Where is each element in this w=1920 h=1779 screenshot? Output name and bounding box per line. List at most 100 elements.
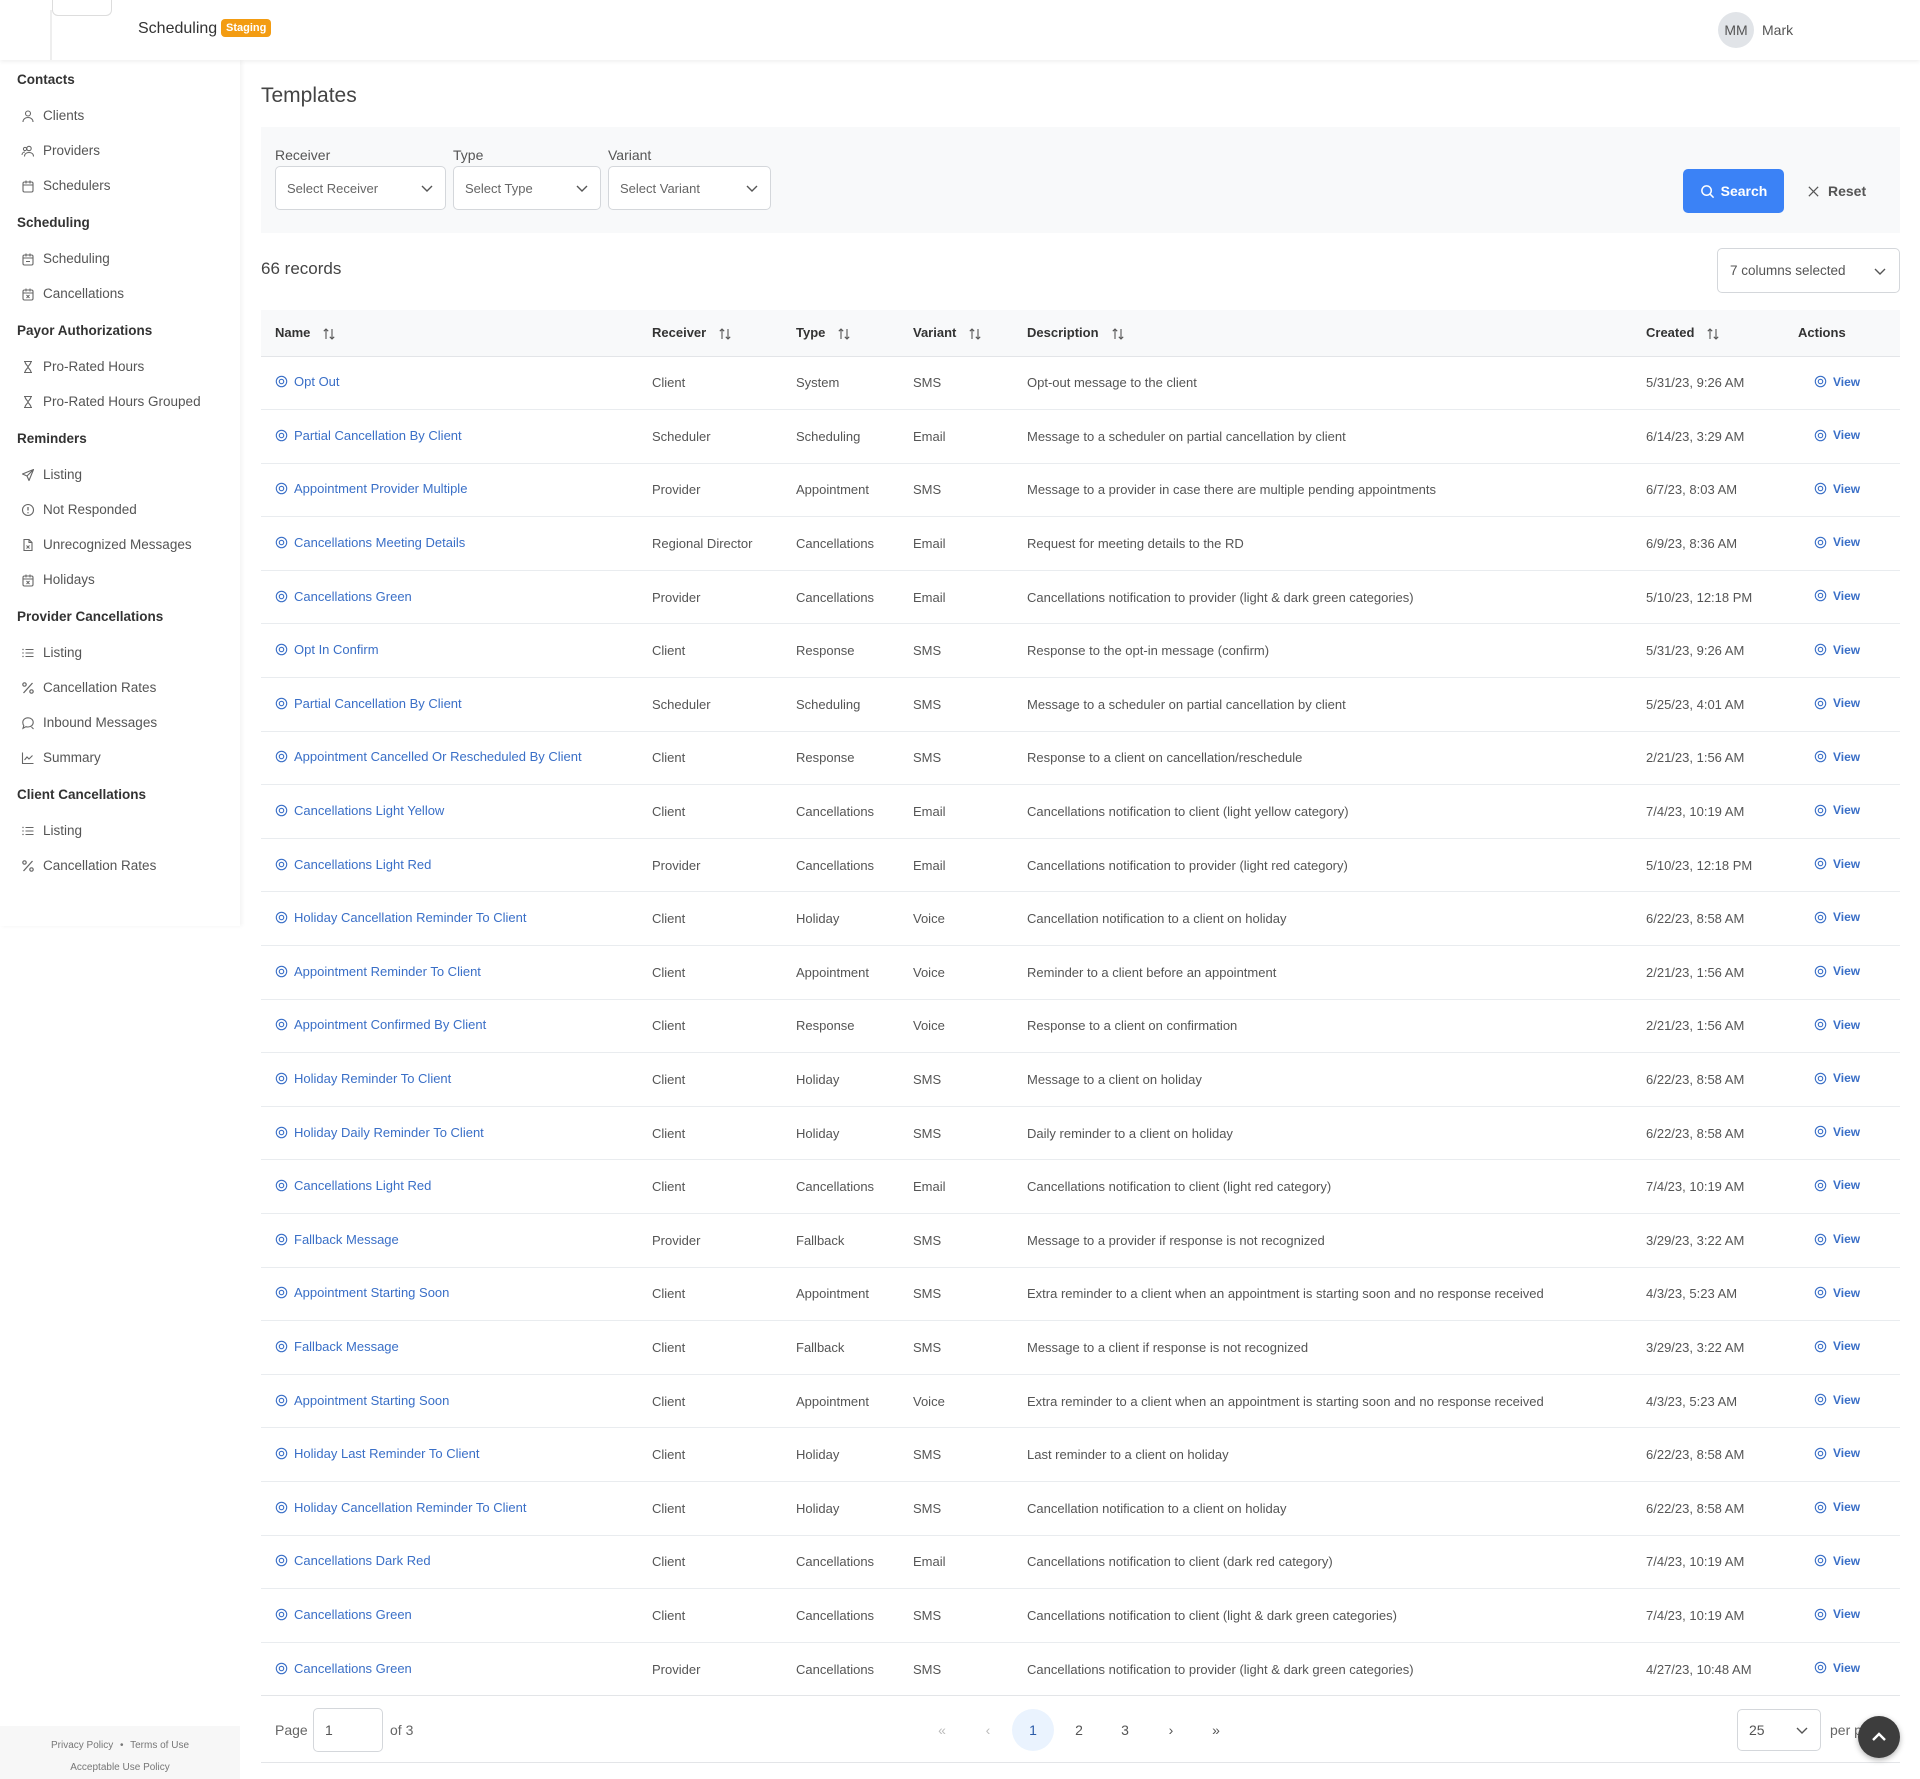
template-name-link[interactable]: Holiday Last Reminder To Client (275, 1446, 479, 1461)
view-button[interactable]: View (1814, 1125, 1860, 1139)
sidebar-item-providers[interactable]: Providers (0, 133, 240, 168)
column-header-created[interactable]: Created (1632, 310, 1784, 357)
template-name-link[interactable]: Opt In Confirm (275, 642, 379, 657)
sidebar-item-holidays[interactable]: Holidays (0, 562, 240, 597)
view-button[interactable]: View (1814, 696, 1860, 710)
view-button[interactable]: View (1814, 857, 1860, 871)
terms-of-use-link[interactable]: Terms of Use (130, 1740, 189, 1751)
columns-select[interactable]: 7 columns selected (1717, 248, 1900, 293)
view-button[interactable]: View (1814, 750, 1860, 764)
sidebar-item-unrecognized-messages[interactable]: Unrecognized Messages (0, 527, 240, 562)
view-button[interactable]: View (1814, 1500, 1860, 1514)
sort-icon[interactable] (968, 327, 982, 341)
sidebar-item-cancellations[interactable]: Cancellations (0, 276, 240, 311)
page-button-1[interactable]: 1 (1012, 1709, 1054, 1751)
sidebar-item-pro-rated-hours-grouped[interactable]: Pro-Rated Hours Grouped (0, 384, 240, 419)
template-name-link[interactable]: Holiday Daily Reminder To Client (275, 1125, 484, 1140)
view-button[interactable]: View (1814, 643, 1860, 657)
variant-select[interactable]: Select Variant (608, 166, 771, 210)
reset-button[interactable]: Reset (1807, 169, 1866, 213)
page-input[interactable] (313, 1708, 383, 1752)
sort-icon[interactable] (322, 327, 336, 341)
template-name-link[interactable]: Opt Out (275, 374, 340, 389)
template-name-link[interactable]: Cancellations Light Red (275, 1178, 431, 1193)
brand-logo[interactable] (50, 0, 130, 60)
view-button[interactable]: View (1814, 375, 1860, 389)
template-name-link[interactable]: Fallback Message (275, 1232, 399, 1247)
template-name-link[interactable]: Appointment Confirmed By Client (275, 1017, 486, 1032)
view-button[interactable]: View (1814, 1232, 1860, 1246)
sidebar-item-clients[interactable]: Clients (0, 98, 240, 133)
view-button[interactable]: View (1814, 1446, 1860, 1460)
sidebar-item-cancellation-rates[interactable]: Cancellation Rates (0, 848, 240, 883)
view-button[interactable]: View (1814, 1286, 1860, 1300)
type-select[interactable]: Select Type (453, 166, 601, 210)
template-name-link[interactable]: Cancellations Green (275, 1661, 412, 1676)
sidebar-item-pro-rated-hours[interactable]: Pro-Rated Hours (0, 349, 240, 384)
view-button[interactable]: View (1814, 964, 1860, 978)
view-button[interactable]: View (1814, 428, 1860, 442)
receiver-select[interactable]: Select Receiver (275, 166, 446, 210)
user-menu[interactable]: MM Mark (1718, 12, 1793, 48)
template-name-link[interactable]: Appointment Starting Soon (275, 1285, 449, 1300)
search-button[interactable]: Search (1683, 169, 1784, 213)
view-button[interactable]: View (1814, 1393, 1860, 1407)
sidebar-item-cancellation-rates[interactable]: Cancellation Rates (0, 670, 240, 705)
template-name-link[interactable]: Holiday Cancellation Reminder To Client (275, 1500, 526, 1515)
sidebar-item-listing[interactable]: Listing (0, 457, 240, 492)
view-button[interactable]: View (1814, 910, 1860, 924)
sidebar-item-schedulers[interactable]: Schedulers (0, 168, 240, 203)
next-page-button[interactable]: › (1150, 1709, 1192, 1751)
column-header-description[interactable]: Description (1013, 310, 1632, 357)
sidebar-item-not-responded[interactable]: Not Responded (0, 492, 240, 527)
view-button[interactable]: View (1814, 1554, 1860, 1568)
view-button[interactable]: View (1814, 803, 1860, 817)
template-name-link[interactable]: Holiday Cancellation Reminder To Client (275, 910, 526, 925)
template-name-link[interactable]: Appointment Provider Multiple (275, 481, 467, 496)
template-name-link[interactable]: Appointment Cancelled Or Rescheduled By … (275, 749, 582, 764)
sidebar-item-summary[interactable]: Summary (0, 740, 240, 775)
view-button[interactable]: View (1814, 1339, 1860, 1353)
sidebar-item-scheduling[interactable]: Scheduling (0, 241, 240, 276)
privacy-policy-link[interactable]: Privacy Policy (51, 1740, 113, 1751)
template-name-link[interactable]: Cancellations Light Red (275, 857, 431, 872)
sort-icon[interactable] (718, 327, 732, 341)
per-page-select[interactable]: 25 (1737, 1709, 1821, 1751)
scroll-to-top-button[interactable] (1858, 1716, 1900, 1758)
template-name-link[interactable]: Appointment Reminder To Client (275, 964, 481, 979)
template-name-link[interactable]: Cancellations Meeting Details (275, 535, 465, 550)
column-header-type[interactable]: Type (782, 310, 899, 357)
view-button[interactable]: View (1814, 1018, 1860, 1032)
template-name-link[interactable]: Appointment Starting Soon (275, 1393, 449, 1408)
acceptable-use-policy-link[interactable]: Acceptable Use Policy (70, 1762, 170, 1773)
template-name-link[interactable]: Cancellations Light Yellow (275, 803, 444, 818)
sidebar-item-inbound-messages[interactable]: Inbound Messages (0, 705, 240, 740)
view-button[interactable]: View (1814, 589, 1860, 603)
view-button[interactable]: View (1814, 1071, 1860, 1085)
prev-page-button[interactable]: ‹ (967, 1709, 1009, 1751)
sidebar-item-listing[interactable]: Listing (0, 635, 240, 670)
template-name-link[interactable]: Fallback Message (275, 1339, 399, 1354)
view-button[interactable]: View (1814, 535, 1860, 549)
view-button[interactable]: View (1814, 1661, 1860, 1675)
template-name-link[interactable]: Holiday Reminder To Client (275, 1071, 451, 1086)
last-page-button[interactable]: » (1195, 1709, 1237, 1751)
sort-icon[interactable] (837, 327, 851, 341)
column-header-receiver[interactable]: Receiver (638, 310, 782, 357)
column-header-name[interactable]: Name (261, 310, 638, 357)
sidebar-item-listing[interactable]: Listing (0, 813, 240, 848)
template-name-link[interactable]: Cancellations Green (275, 589, 412, 604)
template-name-link[interactable]: Cancellations Dark Red (275, 1553, 431, 1568)
view-button[interactable]: View (1814, 482, 1860, 496)
first-page-button[interactable]: « (921, 1709, 963, 1751)
sort-icon[interactable] (1111, 327, 1125, 341)
view-button[interactable]: View (1814, 1607, 1860, 1621)
page-button-3[interactable]: 3 (1104, 1709, 1146, 1751)
template-name-link[interactable]: Cancellations Green (275, 1607, 412, 1622)
sort-icon[interactable] (1706, 327, 1720, 341)
column-header-variant[interactable]: Variant (899, 310, 1013, 357)
view-button[interactable]: View (1814, 1178, 1860, 1192)
page-button-2[interactable]: 2 (1058, 1709, 1100, 1751)
template-name-link[interactable]: Partial Cancellation By Client (275, 428, 462, 443)
template-name-link[interactable]: Partial Cancellation By Client (275, 696, 462, 711)
